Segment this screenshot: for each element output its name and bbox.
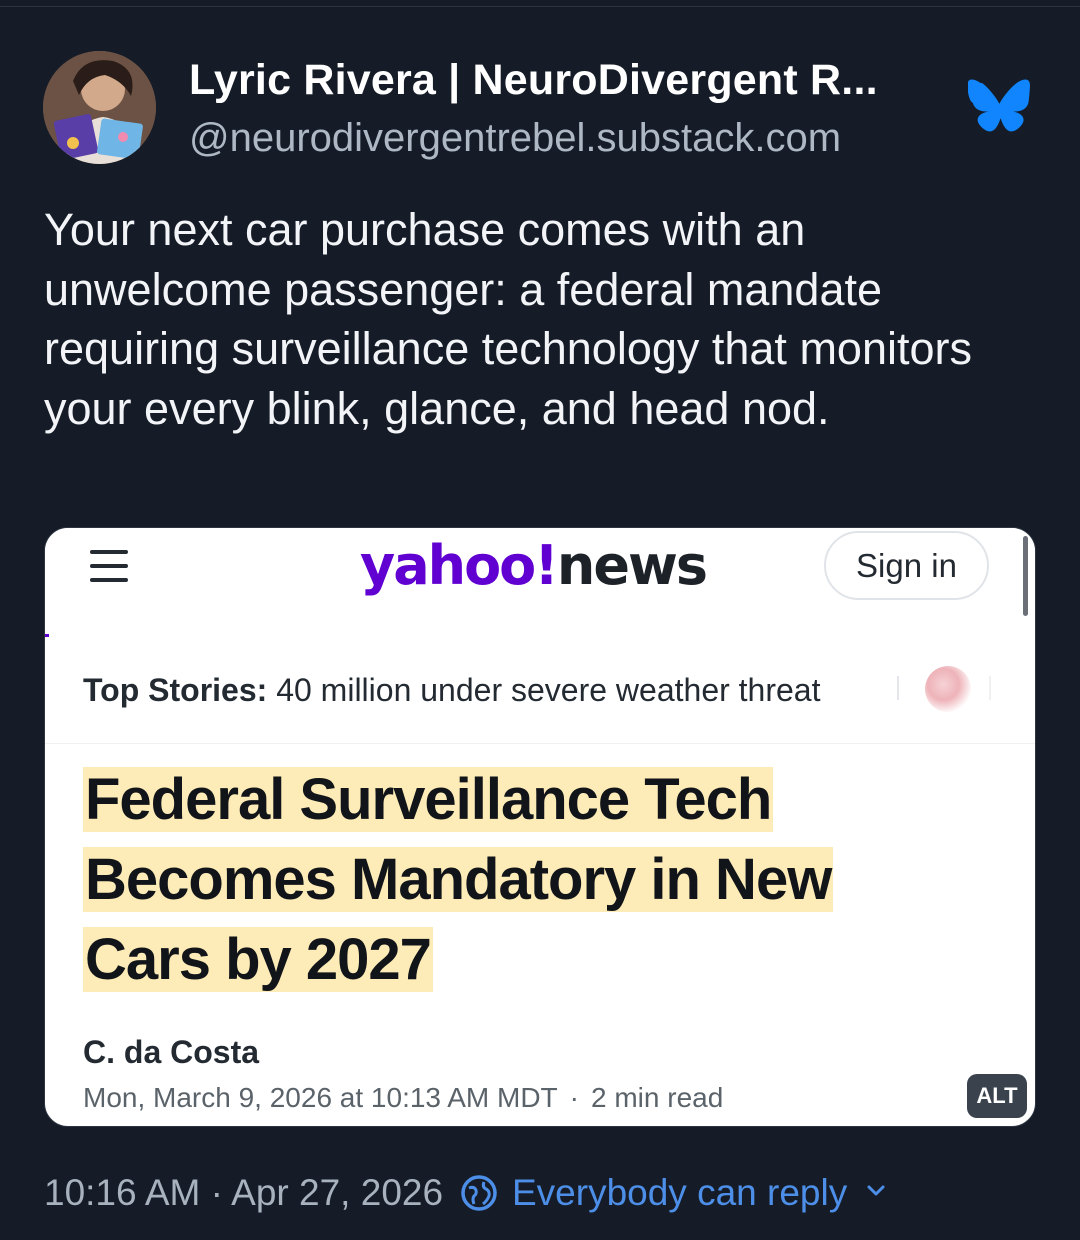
news-logo-text: news: [556, 534, 708, 597]
separator: ·: [569, 1082, 579, 1113]
author-handle[interactable]: @neurodivergentrebel.substack.com: [189, 116, 841, 161]
hamburger-menu-icon: [90, 550, 128, 584]
headline-line: Becomes Mandatory in New: [83, 847, 834, 912]
embedded-image-card[interactable]: yahoo!news Sign in Top Stories: 40 milli…: [44, 527, 1036, 1127]
top-stories-text: Top Stories: 40 million under severe wea…: [83, 672, 820, 709]
top-stories-label: Top Stories:: [83, 672, 268, 708]
headline-line: Federal Surveillance Tech: [83, 767, 774, 832]
headline-line: Cars by 2027: [83, 927, 433, 992]
alt-text-button[interactable]: ALT: [967, 1074, 1027, 1118]
scrollbar: [1023, 536, 1028, 616]
yahoo-news-logo: yahoo!news: [360, 534, 708, 604]
yahoo-logo-text: yahoo!: [360, 534, 559, 597]
top-stories-bar: Top Stories: 40 million under severe wea…: [45, 648, 1035, 744]
top-divider: [0, 6, 1080, 7]
bluesky-butterfly-icon[interactable]: [968, 78, 1032, 136]
top-stories-headline: 40 million under severe weather threat: [276, 672, 821, 708]
article-date: Mon, March 9, 2026 at 10:13 AM MDT: [83, 1082, 558, 1113]
article-author: C. da Costa: [83, 1034, 260, 1070]
avatar[interactable]: [43, 51, 156, 164]
globe-icon[interactable]: [460, 1174, 498, 1212]
article-dateline: Mon, March 9, 2026 at 10:13 AM MDT · 2 min…: [83, 1082, 723, 1114]
divider: [989, 676, 991, 700]
sign-in-button: Sign in: [824, 531, 989, 600]
chevron-down-icon[interactable]: [866, 1184, 886, 1198]
post-text: Your next car purchase comes with an unw…: [44, 204, 972, 434]
article-headline: Federal Surveillance Tech Becomes Mandat…: [83, 760, 983, 1000]
yahoo-header: yahoo!news Sign in: [45, 528, 1035, 620]
read-time: 2 min read: [591, 1082, 724, 1113]
avatar-photo-icon: [43, 51, 156, 164]
reply-setting-button[interactable]: Everybody can reply: [512, 1172, 847, 1214]
post-timestamp: 10:16 AM · Apr 27, 2026: [44, 1172, 444, 1213]
story-thumbnail-icon: [925, 666, 971, 712]
divider: [897, 676, 899, 700]
progress-mark: [45, 634, 49, 637]
author-display-name[interactable]: Lyric Rivera | NeuroDivergent R...: [189, 56, 878, 105]
